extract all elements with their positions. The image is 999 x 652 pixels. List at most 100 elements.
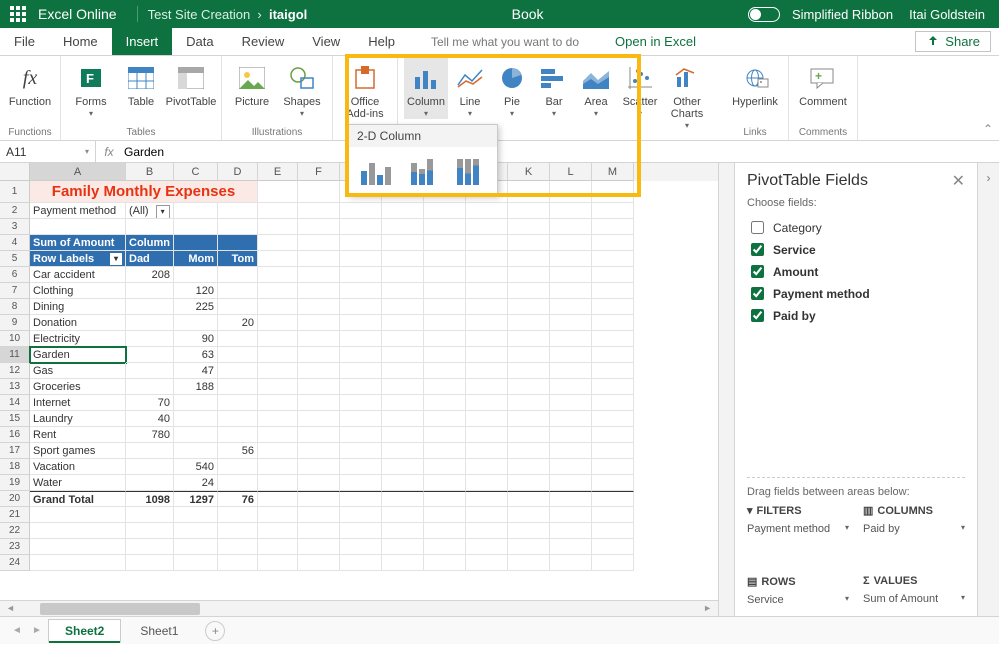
cell[interactable] bbox=[174, 411, 218, 427]
comment-button[interactable]: +Comment bbox=[795, 58, 851, 108]
cell[interactable] bbox=[424, 363, 466, 379]
cell[interactable] bbox=[340, 203, 382, 219]
cell[interactable] bbox=[424, 555, 466, 571]
cell[interactable] bbox=[382, 251, 424, 267]
cell[interactable] bbox=[424, 235, 466, 251]
cell[interactable] bbox=[592, 299, 634, 315]
cell[interactable] bbox=[340, 395, 382, 411]
cell[interactable] bbox=[126, 363, 174, 379]
cell[interactable]: Family Monthly Expenses bbox=[30, 181, 258, 203]
cell[interactable] bbox=[126, 459, 174, 475]
cell[interactable] bbox=[508, 347, 550, 363]
row-header[interactable]: 11 bbox=[0, 347, 30, 363]
cell[interactable] bbox=[258, 475, 298, 491]
cell[interactable] bbox=[340, 411, 382, 427]
cell[interactable] bbox=[258, 315, 298, 331]
cell[interactable] bbox=[382, 203, 424, 219]
horizontal-scrollbar[interactable]: ◄► bbox=[0, 600, 718, 616]
cell[interactable] bbox=[382, 283, 424, 299]
cell[interactable]: Sum of Amount bbox=[30, 235, 126, 251]
cell[interactable]: Column Labels▾ bbox=[126, 235, 174, 251]
field-checkbox[interactable]: Payment method bbox=[747, 284, 965, 303]
row-header[interactable]: 23 bbox=[0, 539, 30, 555]
cell[interactable] bbox=[340, 539, 382, 555]
cell[interactable] bbox=[258, 427, 298, 443]
cell[interactable]: 40 bbox=[126, 411, 174, 427]
cell[interactable] bbox=[340, 427, 382, 443]
cell[interactable] bbox=[340, 315, 382, 331]
cell[interactable] bbox=[466, 363, 508, 379]
cell[interactable] bbox=[550, 267, 592, 283]
cell[interactable] bbox=[298, 427, 340, 443]
cell[interactable] bbox=[592, 475, 634, 491]
cell[interactable] bbox=[466, 475, 508, 491]
cell[interactable] bbox=[424, 267, 466, 283]
row-header[interactable]: 19 bbox=[0, 475, 30, 491]
cell[interactable] bbox=[466, 555, 508, 571]
cell[interactable] bbox=[174, 267, 218, 283]
cell[interactable]: (All) ▾ bbox=[126, 203, 174, 219]
cell[interactable] bbox=[174, 539, 218, 555]
cell[interactable] bbox=[508, 331, 550, 347]
cell[interactable] bbox=[340, 331, 382, 347]
cell[interactable] bbox=[298, 267, 340, 283]
cell[interactable] bbox=[592, 283, 634, 299]
row-header[interactable]: 9 bbox=[0, 315, 30, 331]
cell[interactable]: Car accident bbox=[30, 267, 126, 283]
cell[interactable] bbox=[382, 523, 424, 539]
cell[interactable] bbox=[424, 427, 466, 443]
cell[interactable] bbox=[382, 315, 424, 331]
tab-help[interactable]: Help bbox=[354, 28, 409, 55]
cell[interactable] bbox=[592, 219, 634, 235]
cell[interactable] bbox=[424, 395, 466, 411]
cell[interactable]: 208 bbox=[126, 267, 174, 283]
cell[interactable] bbox=[508, 491, 550, 507]
cell[interactable] bbox=[508, 475, 550, 491]
tab-home[interactable]: Home bbox=[49, 28, 112, 55]
table-button[interactable]: Table bbox=[117, 58, 165, 108]
cell[interactable] bbox=[218, 507, 258, 523]
cell[interactable] bbox=[340, 299, 382, 315]
cell[interactable] bbox=[550, 491, 592, 507]
row-header[interactable]: 3 bbox=[0, 219, 30, 235]
cell[interactable] bbox=[258, 219, 298, 235]
cell[interactable] bbox=[466, 379, 508, 395]
cell[interactable] bbox=[466, 299, 508, 315]
formula-input[interactable] bbox=[122, 144, 999, 160]
col-header[interactable]: F bbox=[298, 163, 340, 181]
cell[interactable] bbox=[466, 395, 508, 411]
expand-pane-icon[interactable]: › bbox=[977, 163, 999, 616]
cell[interactable]: Dining bbox=[30, 299, 126, 315]
cell[interactable] bbox=[258, 507, 298, 523]
cell[interactable]: 20 bbox=[218, 315, 258, 331]
cell[interactable] bbox=[508, 427, 550, 443]
row-header[interactable]: 8 bbox=[0, 299, 30, 315]
cell[interactable] bbox=[126, 523, 174, 539]
col-header[interactable]: L bbox=[550, 163, 592, 181]
cell[interactable]: Tom bbox=[218, 251, 258, 267]
cell[interactable] bbox=[30, 507, 126, 523]
values-area[interactable]: ΣVALUESSum of Amount▾ bbox=[863, 575, 965, 608]
picture-button[interactable]: Picture bbox=[228, 58, 276, 108]
cell[interactable] bbox=[298, 555, 340, 571]
cell[interactable] bbox=[466, 539, 508, 555]
cell[interactable] bbox=[218, 427, 258, 443]
cell[interactable] bbox=[592, 363, 634, 379]
cell[interactable] bbox=[508, 283, 550, 299]
cell[interactable] bbox=[424, 219, 466, 235]
cell[interactable] bbox=[298, 235, 340, 251]
cell[interactable] bbox=[424, 347, 466, 363]
cell[interactable] bbox=[466, 507, 508, 523]
cell[interactable] bbox=[126, 315, 174, 331]
cell[interactable]: 76 bbox=[218, 491, 258, 507]
cell[interactable] bbox=[592, 459, 634, 475]
cell[interactable] bbox=[298, 379, 340, 395]
cell[interactable]: 47 bbox=[174, 363, 218, 379]
cell[interactable] bbox=[258, 395, 298, 411]
cell[interactable]: Vacation bbox=[30, 459, 126, 475]
cell[interactable] bbox=[340, 507, 382, 523]
cell[interactable] bbox=[258, 181, 298, 203]
col-header[interactable]: C bbox=[174, 163, 218, 181]
vertical-scrollbar[interactable] bbox=[718, 163, 734, 616]
cell[interactable]: 1098 bbox=[126, 491, 174, 507]
